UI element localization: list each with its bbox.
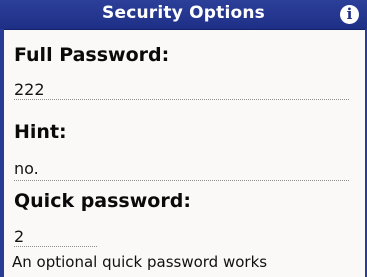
hint-field[interactable]: no. xyxy=(14,159,39,178)
full-password-field[interactable]: 222 xyxy=(14,80,45,99)
full-password-label: Full Password: xyxy=(14,44,170,66)
quick-password-note: An optional quick password works xyxy=(12,253,268,271)
dialog-title: Security Options xyxy=(102,3,265,23)
title-bar: Security Options i xyxy=(0,0,367,29)
quick-password-underline xyxy=(14,246,97,247)
info-icon[interactable]: i xyxy=(340,5,359,24)
quick-password-field[interactable]: 2 xyxy=(14,227,24,246)
hint-label: Hint: xyxy=(14,121,67,143)
left-border xyxy=(0,29,4,277)
hint-underline xyxy=(14,180,349,181)
quick-password-label: Quick password: xyxy=(14,190,191,212)
security-options-dialog: Security Options i Full Password: 222 Hi… xyxy=(0,0,367,277)
full-password-underline xyxy=(14,99,349,100)
